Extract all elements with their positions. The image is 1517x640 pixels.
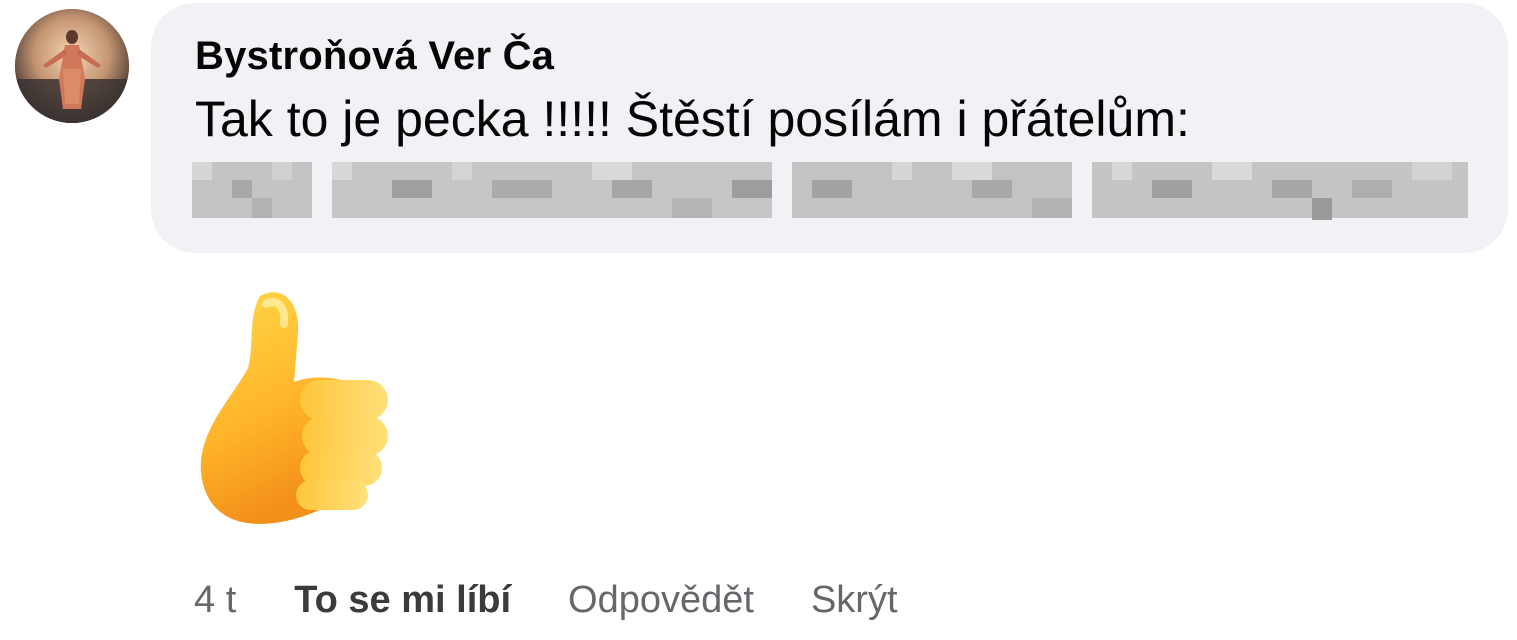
comment-actions: 4 t To se mi líbí Odpovědět Skrýt <box>194 574 898 626</box>
reply-button[interactable]: Odpovědět <box>568 579 754 622</box>
thumbs-up-icon <box>200 292 388 524</box>
redacted-mentions <box>192 162 1468 220</box>
comment-text: Tak to je pecka !!!!! Štěstí posílám i p… <box>195 91 1190 147</box>
like-button[interactable]: To se mi líbí <box>294 579 511 622</box>
avatar-photo-icon <box>15 9 129 123</box>
comment-container: Bystroňová Ver Ča Tak to je pecka !!!!! … <box>0 0 1517 640</box>
comment-timestamp[interactable]: 4 t <box>194 579 236 622</box>
avatar[interactable] <box>15 9 129 123</box>
hide-button[interactable]: Skrýt <box>811 579 898 622</box>
comment-author[interactable]: Bystroňová Ver Ča <box>195 34 554 79</box>
